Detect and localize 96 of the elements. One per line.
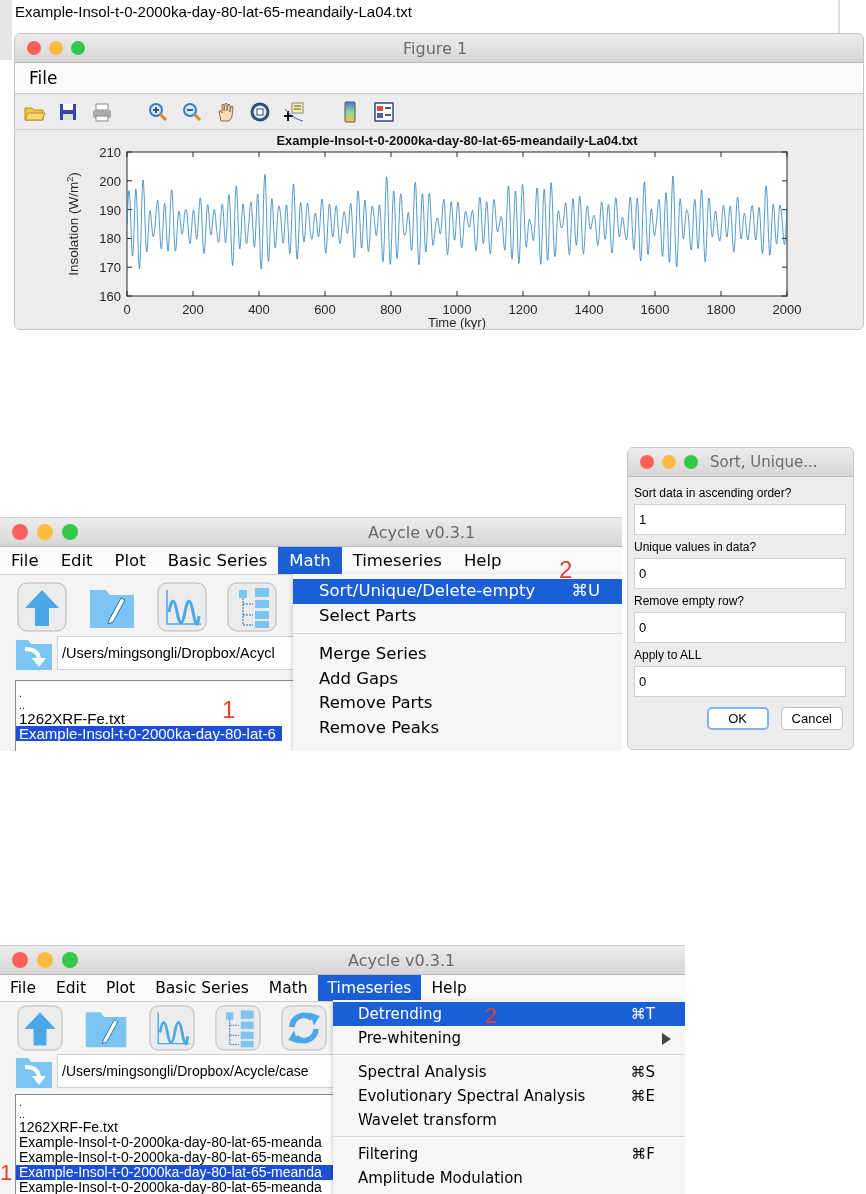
menu-item[interactable]: Math: [278, 547, 342, 574]
shortcut-label: ⌘S: [630, 1062, 655, 1083]
shortcut-label: ⌘E: [630, 1086, 655, 1107]
menu-item[interactable]: Edit: [49, 547, 104, 574]
tick-label: 2000: [772, 302, 802, 317]
menu-item[interactable]: File: [0, 975, 46, 1001]
menu-item[interactable]: Remove Parts: [293, 691, 622, 716]
field-label: Apply to ALL: [634, 648, 703, 662]
shortcut-label: ⌘F: [631, 1144, 655, 1165]
tick-label: 800: [380, 302, 402, 317]
tick-label: 1800: [706, 302, 736, 317]
note-crosshair-icon[interactable]: [283, 100, 305, 123]
rotate-icon[interactable]: [249, 100, 271, 123]
menu-item[interactable]: Basic Series: [145, 975, 259, 1001]
menu-item[interactable]: Basic Series: [156, 547, 279, 574]
menu-item[interactable]: Sort/Unique/Delete-empty ⌘U: [293, 579, 622, 604]
menu-item[interactable]: Plot: [95, 975, 146, 1001]
tree-icon[interactable]: [215, 1005, 261, 1051]
axis-label: Time (kyr): [428, 315, 486, 329]
tick-label: 1000: [442, 302, 472, 317]
window-title: Figure 1: [403, 38, 468, 58]
zoom-in-icon[interactable]: [147, 100, 169, 123]
menu-item[interactable]: Merge Series: [293, 642, 622, 667]
field-label: Remove empty row?: [634, 594, 746, 608]
zoom-button[interactable]: [62, 952, 78, 968]
tick-label: 400: [248, 302, 270, 317]
annotation-number: 1: [0, 1160, 13, 1186]
close-button[interactable]: [27, 41, 41, 55]
input-field[interactable]: 0: [634, 612, 846, 643]
window-title: Acycle v0.3.1: [348, 950, 456, 970]
close-button[interactable]: [12, 952, 28, 968]
menu-item[interactable]: Pre-whitening: [333, 1026, 685, 1050]
minimize-button[interactable]: [49, 41, 63, 55]
zoom-button[interactable]: [71, 41, 85, 55]
menu-item[interactable]: File: [0, 547, 50, 574]
tick-label: 160: [99, 289, 121, 304]
menu-item[interactable]: Help: [452, 547, 513, 574]
menu-item[interactable]: File: [21, 68, 66, 88]
printer-icon[interactable]: [91, 100, 113, 123]
tick-label: 180: [99, 231, 121, 247]
tick-label: 600: [314, 302, 336, 317]
zoom-out-icon[interactable]: [181, 100, 203, 123]
legend-icon[interactable]: [373, 100, 395, 123]
shortcut-label: ⌘T: [630, 1004, 655, 1025]
annotation-number: 2: [485, 1003, 498, 1029]
minimize-button[interactable]: [662, 455, 676, 469]
menu-item[interactable]: Select Parts: [293, 603, 622, 628]
list-row[interactable]: Example-Insol-t-0-2000ka-day-80-lat-65-meanda: [16, 1165, 333, 1180]
menu-item[interactable]: Add Gaps: [293, 666, 622, 691]
menu-item[interactable]: Timeseries: [317, 975, 422, 1001]
wave-chart-icon[interactable]: [149, 1005, 195, 1051]
tick-label: 170: [99, 260, 121, 276]
list-row[interactable]: Example-Insol-t-0-2000ka-day-80-lat-6: [16, 726, 282, 741]
tick-label: 210: [99, 145, 121, 160]
menu-item[interactable]: Math: [258, 975, 318, 1001]
menu-item[interactable]: Timeseries: [341, 547, 453, 574]
tick-label: 1400: [574, 302, 604, 317]
shortcut-label: ⌘U: [571, 580, 600, 602]
menu-item[interactable]: Evolutionary Spectral Analysis ⌘E: [333, 1084, 685, 1108]
refresh-icon[interactable]: [281, 1005, 327, 1051]
triangle-icon: [662, 1033, 671, 1045]
field-label: Sort data in ascending order?: [634, 486, 793, 500]
menu-item[interactable]: Filtering ⌘F: [333, 1142, 685, 1166]
menu-item[interactable]: Spectral Analysis ⌘S: [333, 1060, 685, 1084]
window-title: Sort, Unique...: [710, 453, 818, 471]
minimize-button[interactable]: [37, 952, 53, 968]
file-name: Example-Insol-t-0-2000ka-day-80-lat-65-meandaily-La04.txt: [15, 3, 412, 21]
tick-label: 200: [182, 302, 204, 317]
field-label: Unique values in data?: [634, 540, 758, 554]
minimize-button[interactable]: [37, 524, 53, 540]
menu-item[interactable]: Wavelet transform: [333, 1108, 685, 1132]
annotation-number: 1: [222, 696, 236, 724]
chart-title: Example-Insol-t-0-2000ka-day-80-lat-65-meandaily-La04.txt: [276, 133, 638, 148]
close-button[interactable]: [12, 524, 28, 540]
menu-item[interactable]: Edit: [45, 975, 96, 1001]
tick-label: 200: [99, 173, 121, 189]
input-field[interactable]: 1: [634, 504, 846, 535]
tree-icon[interactable]: [227, 582, 277, 632]
menu-item[interactable]: Help: [421, 975, 477, 1001]
zoom-button[interactable]: [684, 455, 698, 469]
menu-item[interactable]: Plot: [103, 547, 157, 574]
menu-item[interactable]: Amplitude Modulation: [333, 1166, 685, 1190]
tick-label: 1600: [640, 302, 670, 317]
wave-chart-icon[interactable]: [157, 582, 207, 632]
input-field[interactable]: 0: [634, 558, 846, 589]
tick-label: 190: [99, 202, 121, 218]
cancel-button[interactable]: Cancel: [780, 707, 843, 730]
menu-item[interactable]: Remove Peaks: [293, 715, 622, 740]
close-button[interactable]: [640, 455, 654, 469]
hand-icon[interactable]: [215, 100, 237, 123]
window-title: Acycle v0.3.1: [368, 522, 476, 542]
input-field[interactable]: 0: [634, 666, 846, 697]
tick-label: 0: [123, 302, 131, 317]
tick-label: 1200: [508, 302, 538, 317]
zoom-button[interactable]: [62, 524, 78, 540]
ok-button[interactable]: OK: [706, 707, 769, 730]
